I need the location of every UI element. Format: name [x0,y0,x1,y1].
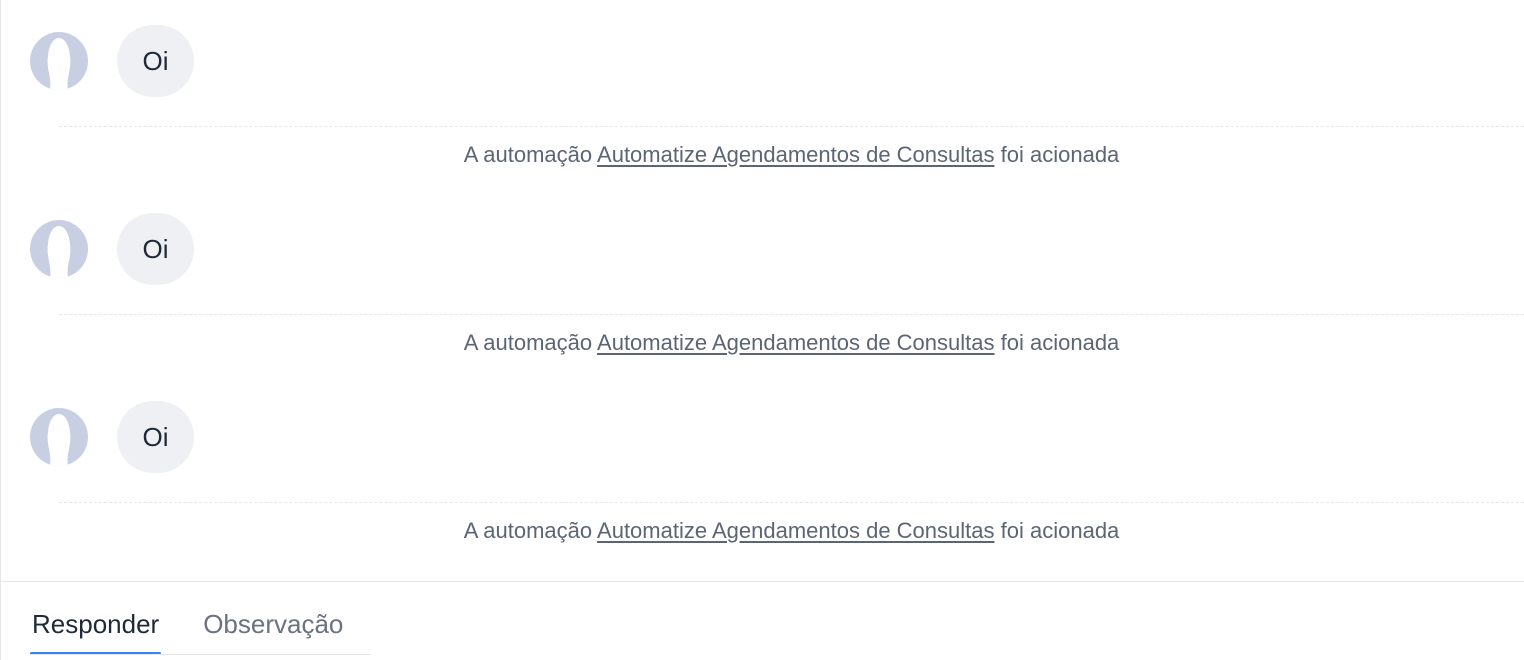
composer-tabs: Responder Observação [30,582,385,655]
event-prefix: A automação [463,330,593,355]
tabs-baseline [30,654,371,655]
message-text: Oi [142,233,169,264]
incoming-message: Oi [30,401,194,473]
contact-avatar[interactable] [30,220,88,278]
contact-avatar[interactable] [30,408,88,466]
message-thread[interactable]: Oi A automação Automatize Agendamentos d… [1,0,1524,581]
automation-link[interactable]: Automatize Agendamentos de Consultas [597,142,994,167]
divider [59,314,1524,315]
message-text: Oi [142,45,169,76]
divider [59,126,1524,127]
user-silhouette-icon [47,226,71,278]
incoming-message: Oi [30,25,194,97]
message-bubble: Oi [117,401,194,473]
user-silhouette-icon [47,414,71,466]
automation-link[interactable]: Automatize Agendamentos de Consultas [597,518,994,543]
user-silhouette-icon [47,38,71,90]
event-prefix: A automação [463,142,593,167]
event-suffix: foi acionada [1000,142,1120,167]
contact-avatar[interactable] [30,32,88,90]
automation-event: A automação Automatize Agendamentos de C… [59,518,1524,544]
automation-event: A automação Automatize Agendamentos de C… [59,330,1524,356]
tab-observacao[interactable]: Observação [201,609,345,654]
reply-composer: Responder Observação [1,581,1524,660]
tab-responder[interactable]: Responder [30,609,162,655]
event-prefix: A automação [463,518,593,543]
event-suffix: foi acionada [1000,330,1120,355]
incoming-message: Oi [30,213,194,285]
message-bubble: Oi [117,25,194,97]
conversation-panel: Oi A automação Automatize Agendamentos d… [0,0,1524,660]
divider [59,502,1524,503]
message-bubble: Oi [117,213,194,285]
message-text: Oi [142,421,169,452]
event-suffix: foi acionada [1000,518,1120,543]
automation-event: A automação Automatize Agendamentos de C… [59,142,1524,168]
automation-link[interactable]: Automatize Agendamentos de Consultas [597,330,994,355]
